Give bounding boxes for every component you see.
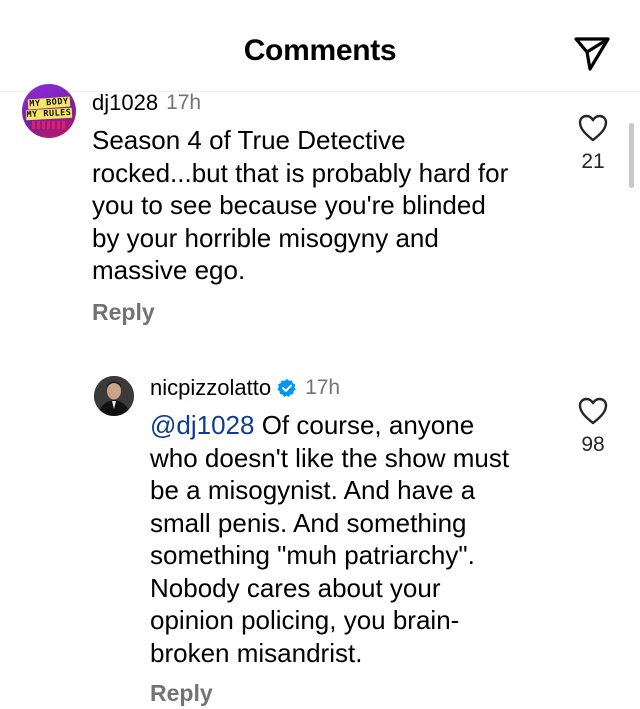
like-count: 98 [581,433,605,456]
verified-badge-icon [277,379,296,397]
comment-text: Season 4 of True Detective rocked...but … [92,124,508,287]
heart-icon[interactable] [578,114,608,142]
avatar[interactable] [94,376,134,416]
username[interactable]: nicpizzolatto [150,375,271,401]
comment-line: rocked...but that is probably hard for [92,157,509,188]
comment-header: dj1028 17h [92,90,201,116]
like-count: 21 [581,150,605,173]
timestamp: 17h [166,91,202,114]
comment-line: small penis. And something [150,507,467,538]
comment-line: Nobody cares about your [150,572,441,603]
avatar[interactable]: MY BODY MY RULES [22,84,76,138]
paper-plane-icon[interactable] [572,36,612,72]
person-silhouette-icon [94,376,134,416]
comment-line: massive ego. [92,255,246,285]
comment-line-rest: Of course, anyone [254,410,475,440]
username[interactable]: dj1028 [92,90,158,116]
comments-header: Comments [0,0,640,92]
comment-line: opinion policing, you brain- [150,605,460,635]
page-title: Comments [243,34,397,67]
heart-icon[interactable] [578,397,608,425]
like-control: 21 [573,114,613,174]
comment-line: by your horrible misogyny and [92,222,439,253]
comment-line: Season 4 of True Detective [92,125,406,155]
comment-header: nicpizzolatto 17h [150,375,340,401]
timestamp: 17h [305,376,341,399]
comment-line: be a misogynist. And have a [150,475,476,505]
mention-link[interactable]: @dj1028 [150,410,254,440]
comment-line: who doesn't like the show must [150,442,510,473]
reply-button[interactable]: Reply [150,680,213,707]
comment-text: @dj1028 Of course, anyone who doesn't li… [150,409,509,669]
reply-button[interactable]: Reply [92,299,155,326]
like-control: 98 [573,397,613,457]
comment-line: you to see because you're blinded [92,190,486,220]
comment-line: broken misandrist. [150,637,363,668]
comment-line: @dj1028 Of course, anyone [150,409,509,442]
avatar-text-line2: MY RULES [25,107,73,121]
comment-line: something "muh patriarchy". [150,540,475,570]
avatar-pattern [32,121,66,129]
scrollbar[interactable] [629,123,634,188]
